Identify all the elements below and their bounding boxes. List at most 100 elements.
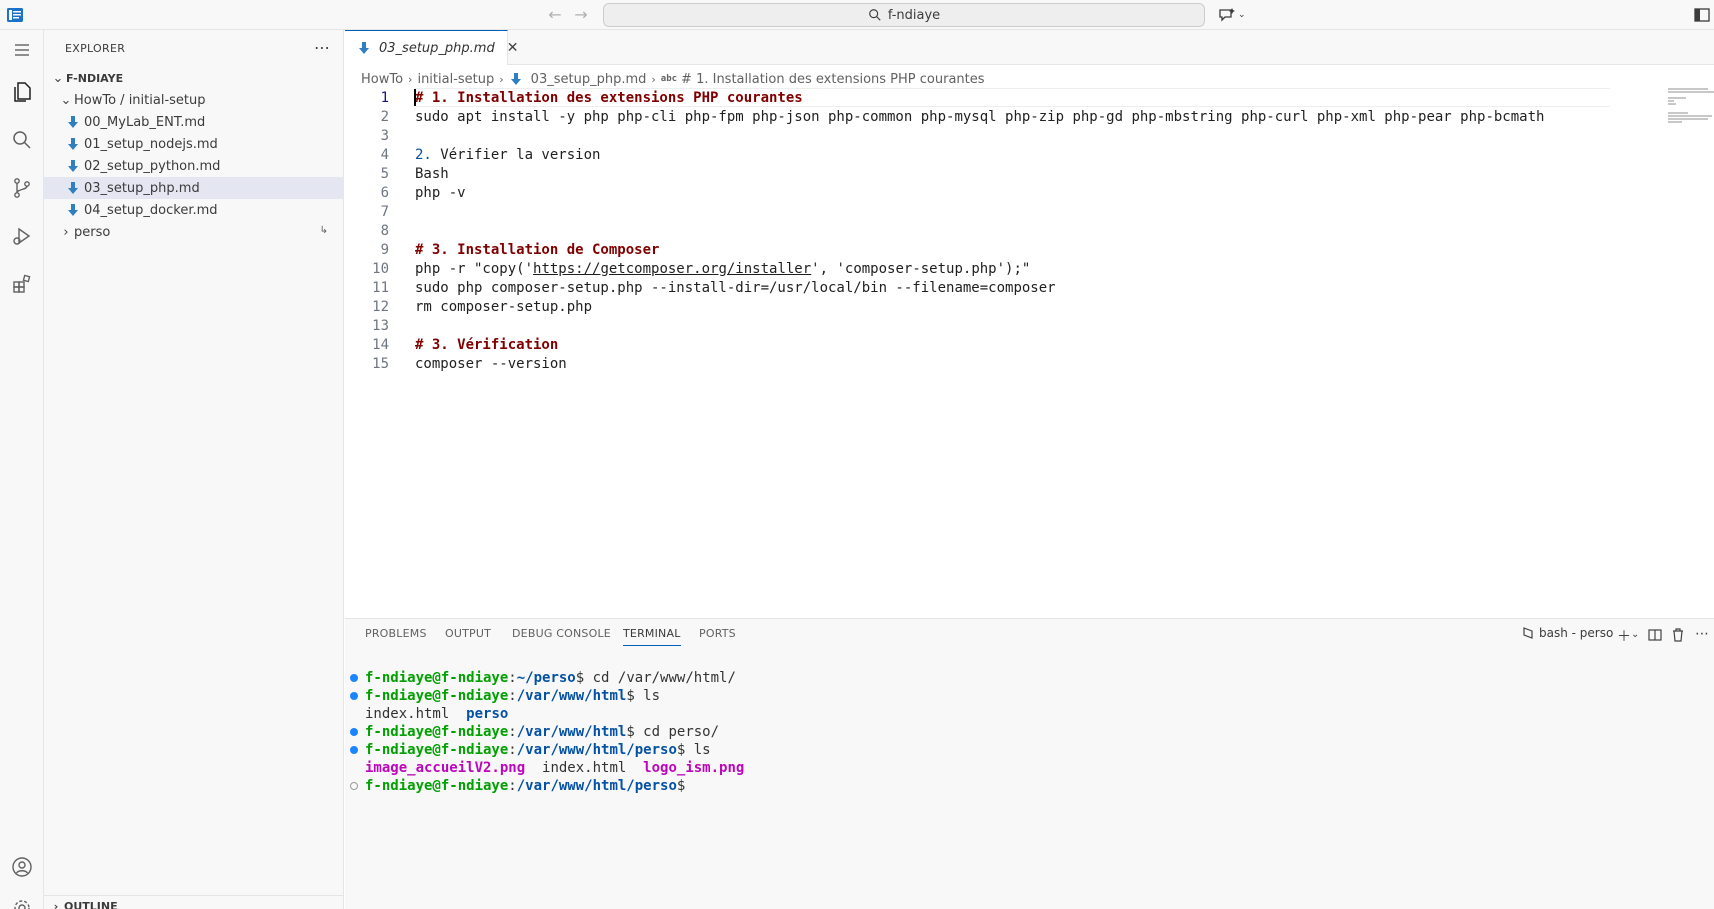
split-terminal-icon[interactable] — [1648, 628, 1662, 642]
back-arrow-icon[interactable]: ← — [545, 5, 565, 25]
extensions-icon[interactable] — [8, 270, 36, 298]
vscode-logo-icon — [7, 8, 23, 22]
file-label: 00_MyLab_ENT.md — [84, 114, 206, 130]
file-item-selected[interactable]: 03_setup_php.md — [44, 177, 344, 199]
terminal-line: f-ndiaye@f-ndiaye:/var/www/html/perso $ l… — [350, 741, 711, 759]
line-number: 5 — [380, 165, 389, 182]
minimap[interactable] — [1668, 88, 1714, 128]
search-icon[interactable] — [8, 126, 36, 154]
more-actions-icon[interactable]: ⋯ — [1695, 626, 1709, 642]
terminal-line: image_accueilV2.png index.html logo_ism.… — [365, 759, 744, 777]
terminal-image-file: image_accueilV2.png — [365, 760, 526, 776]
line-number: 8 — [380, 222, 389, 239]
editor-tabs: 03_setup_php.md ✕ — [345, 30, 1714, 65]
symlink-icon: ↳ — [319, 225, 328, 236]
code-editor[interactable]: 1 # 1. Installation des extensions PHP c… — [345, 88, 1714, 618]
file-item[interactable]: 00_MyLab_ENT.md — [44, 111, 344, 133]
terminal-line: index.html perso — [365, 705, 508, 723]
terminal-line: f-ndiaye@f-ndiaye:/var/www/html $ cd pers… — [350, 723, 720, 741]
code-text: php -v — [415, 184, 466, 201]
explorer-files-icon[interactable] — [8, 78, 36, 106]
tab-03-setup-php[interactable]: 03_setup_php.md ✕ — [345, 30, 518, 65]
tab-problems[interactable]: PROBLEMS — [365, 627, 427, 640]
markdown-file-icon — [66, 159, 80, 173]
code-text: Bash — [415, 165, 449, 182]
markdown-file-icon — [509, 72, 523, 86]
markdown-file-icon — [66, 137, 80, 151]
code-link[interactable]: https://getcomposer.org/installer — [533, 261, 811, 277]
forward-arrow-icon[interactable]: → — [571, 5, 591, 25]
tab-output[interactable]: OUTPUT — [445, 627, 491, 640]
chevron-right-icon: › — [499, 72, 504, 86]
line-number: 15 — [372, 355, 389, 372]
terminal-profile[interactable]: bash - perso — [1521, 626, 1613, 640]
tab-ports[interactable]: PORTS — [699, 627, 736, 640]
terminal-shell-icon — [1523, 627, 1533, 639]
run-debug-icon[interactable] — [8, 222, 36, 250]
line-number: 2 — [380, 108, 389, 125]
code-text: sudo php composer-setup.php --install-di… — [415, 279, 1056, 296]
prompt-path: /var/www/html/perso — [516, 742, 677, 758]
workspace-root-label: F-NDIAYE — [66, 71, 124, 85]
prompt-path: /var/www/html — [516, 688, 627, 704]
line-number: 12 — [372, 298, 389, 315]
folder-label: perso — [74, 224, 111, 240]
code-line: 15 composer --version — [345, 354, 1714, 373]
title-bar: ← → f-ndiaye ⌄ — [0, 0, 1714, 30]
file-item[interactable]: 01_setup_nodejs.md — [44, 133, 344, 155]
activity-bar — [0, 30, 44, 909]
text-cursor — [414, 89, 416, 106]
command-pending-dot — [350, 782, 358, 790]
settings-gear-icon[interactable] — [8, 894, 36, 909]
terminal-file: index.html — [542, 760, 627, 776]
chevron-down-icon[interactable]: ⌄ — [1631, 629, 1639, 640]
code-text-rest: Vérifier la version — [431, 146, 601, 163]
code-line: 9 # 3. Installation de Composer — [345, 240, 1714, 259]
prompt-path: /var/www/html/perso — [516, 778, 677, 794]
account-icon[interactable] — [8, 853, 36, 881]
chevron-right-icon: › — [63, 224, 69, 240]
code-text: # 3. Vérification — [415, 336, 559, 353]
folder-label: HowTo / initial-setup — [74, 92, 206, 108]
terminal-command: cd perso/ — [634, 724, 720, 740]
workspace-root[interactable]: ⌄ F-NDIAYE — [44, 67, 344, 89]
toggle-sidebar-icon[interactable] — [1693, 6, 1711, 24]
file-item[interactable]: 04_setup_docker.md — [44, 199, 344, 221]
folder-howto-initial-setup[interactable]: ⌄ HowTo / initial-setup — [44, 89, 344, 111]
chevron-right-icon: › — [53, 900, 59, 909]
code-text: rm composer-setup.php — [415, 298, 593, 315]
outline-section[interactable]: › OUTLINE — [44, 895, 344, 909]
more-actions-icon[interactable]: ⋯ — [314, 38, 330, 57]
add-terminal-icon[interactable]: ＋ — [1617, 626, 1631, 646]
breadcrumb-item[interactable]: 03_setup_php.md — [531, 72, 647, 87]
code-text-post: ', 'composer-setup.php');" — [811, 260, 1031, 277]
breadcrumb: HowTo › initial-setup › 03_setup_php.md … — [361, 70, 985, 88]
chevron-right-icon: › — [651, 72, 656, 86]
command-center-search[interactable]: f-ndiaye — [603, 3, 1205, 27]
breadcrumb-item[interactable]: initial-setup — [417, 72, 494, 87]
menu-icon[interactable] — [8, 36, 36, 64]
folder-perso[interactable]: › perso ↳ — [44, 221, 344, 243]
prompt-user: f-ndiaye@f-ndiaye — [365, 742, 509, 758]
file-item[interactable]: 02_setup_python.md — [44, 155, 344, 177]
line-number: 9 — [380, 241, 389, 258]
copilot-button[interactable]: ⌄ — [1218, 6, 1250, 24]
file-label: 02_setup_python.md — [84, 158, 221, 174]
breadcrumb-item[interactable]: HowTo — [361, 72, 403, 87]
chevron-down-icon: ⌄ — [60, 92, 72, 108]
file-label: 03_setup_php.md — [84, 180, 200, 196]
markdown-file-icon — [66, 115, 80, 129]
breadcrumb-item[interactable]: # 1. Installation des extensions PHP cou… — [681, 72, 984, 87]
terminal-line: f-ndiaye@f-ndiaye: ~/perso $ cd /var/www/h… — [350, 669, 736, 687]
close-icon[interactable]: ✕ — [507, 40, 519, 56]
source-control-icon[interactable] — [8, 174, 36, 202]
trash-icon[interactable] — [1671, 628, 1685, 642]
tab-terminal[interactable]: TERMINAL — [623, 627, 681, 646]
tab-label: 03_setup_php.md — [379, 40, 495, 56]
string-symbol-icon: abc — [660, 74, 678, 84]
explorer-sidebar: EXPLORER ⋯ ⌄ F-NDIAYE ⌄ HowTo / initial-… — [44, 30, 344, 909]
code-text: # 1. Installation des extensions PHP cou… — [415, 89, 803, 106]
tab-debug-console[interactable]: DEBUG CONSOLE — [512, 627, 611, 640]
code-text: 2. Vérifier la version — [415, 147, 600, 163]
markdown-file-icon — [66, 203, 80, 217]
